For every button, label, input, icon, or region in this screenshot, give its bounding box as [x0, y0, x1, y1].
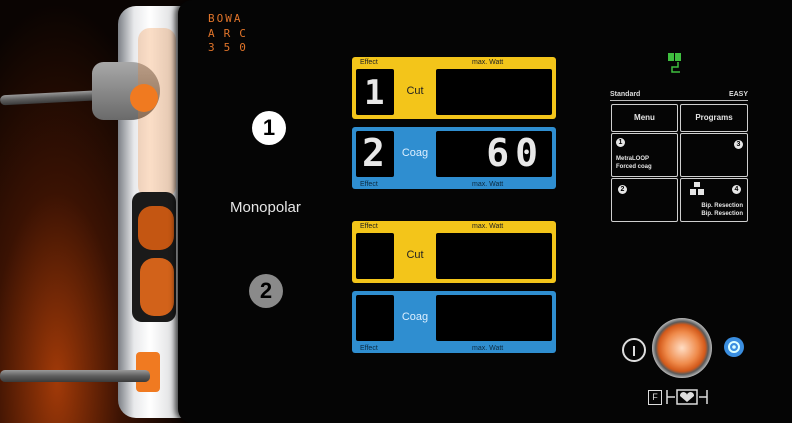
- ch1-cut-display[interactable]: Effect max. Watt 1 Cut: [352, 57, 556, 119]
- ch2-coag-effect-box: [356, 295, 394, 341]
- ch1-coag-effect-label: Effect: [360, 181, 378, 188]
- ch1-coag-watt-value: 60: [486, 131, 544, 175]
- ch2-cut-watt-label: max. Watt: [472, 223, 504, 230]
- patient-protection-icon: [666, 389, 708, 405]
- ch2-cut-watt-box: [436, 233, 552, 279]
- brand-line2: ARC: [208, 27, 255, 40]
- programs-button-label: Programs: [695, 113, 733, 122]
- slot-2-number-icon: 2: [618, 185, 627, 194]
- ch1-cut-effect-label: Effect: [360, 59, 378, 66]
- programs-button[interactable]: Programs: [680, 104, 748, 132]
- program-slot-3[interactable]: 3: [680, 133, 748, 177]
- standby-icon[interactable]: [622, 338, 646, 362]
- ch1-coag-watt-box: 60: [436, 131, 552, 177]
- channel-2-indicator[interactable]: 2: [249, 274, 283, 308]
- ch1-coag-effect-value: 2: [362, 131, 385, 175]
- ch1-cut-watt-label: max. Watt: [472, 59, 504, 66]
- slot-4-line2: Bip. Resection: [701, 211, 743, 217]
- menu-button[interactable]: Menu: [611, 104, 678, 132]
- program-tree-icon: [668, 53, 681, 73]
- power-button[interactable]: [652, 318, 712, 378]
- ch2-coag-effect-label: Effect: [360, 345, 378, 352]
- ch2-cut-display[interactable]: Effect max. Watt Cut: [352, 221, 556, 283]
- slot-4-number-icon: 4: [732, 185, 741, 194]
- slot-4-line1: Bip. Resection: [701, 203, 743, 209]
- slot-1-line1: MetraLOOP: [616, 156, 650, 162]
- channel-mode-label: Monopolar: [230, 199, 301, 216]
- ch1-coag-watt-label: max. Watt: [472, 181, 504, 188]
- lower-cable: [0, 370, 150, 382]
- menu-button-label: Menu: [634, 113, 655, 122]
- ch2-coag-display[interactable]: Coag Effect max. Watt: [352, 291, 556, 353]
- ch1-cut-effect-value: 1: [364, 73, 385, 113]
- ch1-cut-effect-box: 1: [356, 69, 394, 115]
- channel-1-indicator[interactable]: 1: [252, 111, 286, 145]
- standard-label: Standard: [610, 91, 641, 98]
- ch2-cut-effect-label: Effect: [360, 223, 378, 230]
- upper-socket-glow: [138, 28, 176, 198]
- socket-ring-top: [138, 206, 174, 250]
- footswitch-icon: F: [648, 390, 662, 405]
- ch1-coag-display[interactable]: 2 Coag 60 Effect max. Watt: [352, 127, 556, 189]
- ch2-coag-watt-label: max. Watt: [472, 345, 504, 352]
- brand-line3: 350: [208, 41, 255, 54]
- slot-3-number-icon: 3: [734, 140, 743, 149]
- program-slot-4[interactable]: 4 Bip. Resection Bip. Resection: [680, 178, 748, 222]
- brand-logo: BOWA ARC 350: [208, 12, 255, 54]
- bipolar-icon: [690, 182, 704, 195]
- ch2-coag-mode: Coag: [401, 311, 429, 323]
- ch1-cut-mode: Cut: [406, 85, 424, 97]
- ch2-cut-mode: Cut: [406, 249, 424, 261]
- slot-1-line2: Forced coag: [616, 164, 652, 170]
- brand-line1: BOWA: [208, 12, 243, 25]
- easy-label: EASY: [728, 91, 748, 98]
- program-slot-2[interactable]: 2: [611, 178, 678, 222]
- socket-ring-bottom: [140, 258, 174, 316]
- slot-1-number-icon: 1: [616, 138, 625, 147]
- profile-divider: [610, 100, 748, 101]
- program-slot-1[interactable]: 1 MetraLOOP Forced coag: [611, 133, 678, 177]
- ch1-coag-mode: Coag: [401, 147, 429, 159]
- ch2-coag-watt-box: [436, 295, 552, 341]
- settings-circle-icon[interactable]: [724, 337, 744, 357]
- ch1-coag-effect-box: 2: [356, 131, 394, 177]
- ch2-cut-effect-box: [356, 233, 394, 279]
- ch1-cut-watt-box: [436, 69, 552, 115]
